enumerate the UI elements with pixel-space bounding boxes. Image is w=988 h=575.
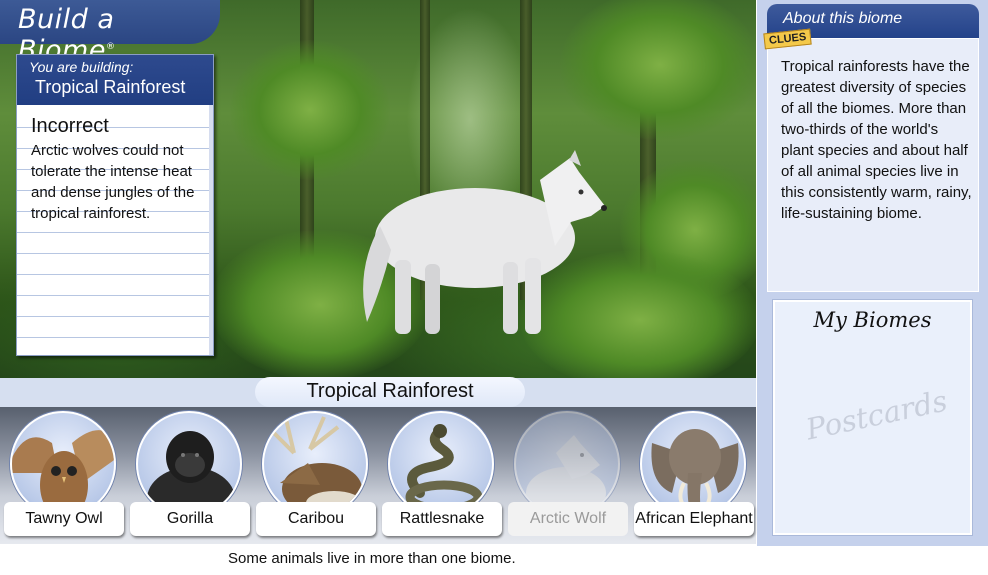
animal-rattlesnake[interactable]: Rattlesnake	[378, 407, 504, 544]
animal-tawny-owl[interactable]: Tawny Owl	[0, 407, 126, 544]
fern-frond	[560, 0, 756, 140]
animal-button[interactable]: Tawny Owl	[4, 502, 124, 536]
animal-picker: Tawny Owl Gorilla Caribou Rattlesnake Ar…	[0, 407, 756, 544]
animal-button[interactable]: Gorilla	[130, 502, 250, 536]
animal-caribou[interactable]: Caribou	[252, 407, 378, 544]
footer-note: Some animals live in more than one biome…	[228, 550, 516, 567]
building-subtitle: You are building:	[29, 59, 134, 75]
about-title: About this biome	[783, 10, 903, 27]
feedback-title: Incorrect	[31, 115, 109, 137]
postcards-watermark: Postcards	[803, 383, 951, 447]
app-header: Build a Biome®	[0, 0, 220, 66]
feedback-text: Arctic wolves could not tolerate the int…	[31, 142, 195, 222]
animal-african-elephant[interactable]: African Elephant	[630, 407, 756, 544]
wolf-icon	[363, 150, 607, 334]
animal-gorilla[interactable]: Gorilla	[126, 407, 252, 544]
animal-arctic-wolf: Arctic Wolf	[504, 407, 630, 544]
my-biomes-panel[interactable]: My Biomes Postcards	[773, 300, 972, 535]
about-text: Tropical rainforests have the greatest d…	[781, 58, 972, 222]
animal-button: Arctic Wolf	[508, 502, 628, 536]
wolf-figure[interactable]	[355, 150, 615, 350]
biome-label: Tropical Rainforest	[255, 377, 525, 407]
building-card: You are building: Tropical Rainforest In…	[16, 54, 214, 356]
game-stage: Build a Biome® You are building: Tropica…	[0, 0, 988, 575]
animal-button[interactable]: Rattlesnake	[382, 502, 502, 536]
my-biomes-title: My Biomes	[813, 308, 932, 332]
animal-button[interactable]: African Elephant	[634, 502, 754, 536]
animal-button[interactable]: Caribou	[256, 502, 376, 536]
building-header: You are building: Tropical Rainforest	[17, 55, 213, 105]
feedback-notepad: Incorrect Arctic wolves could not tolera…	[17, 105, 213, 355]
building-biome-name: Tropical Rainforest	[35, 77, 186, 97]
